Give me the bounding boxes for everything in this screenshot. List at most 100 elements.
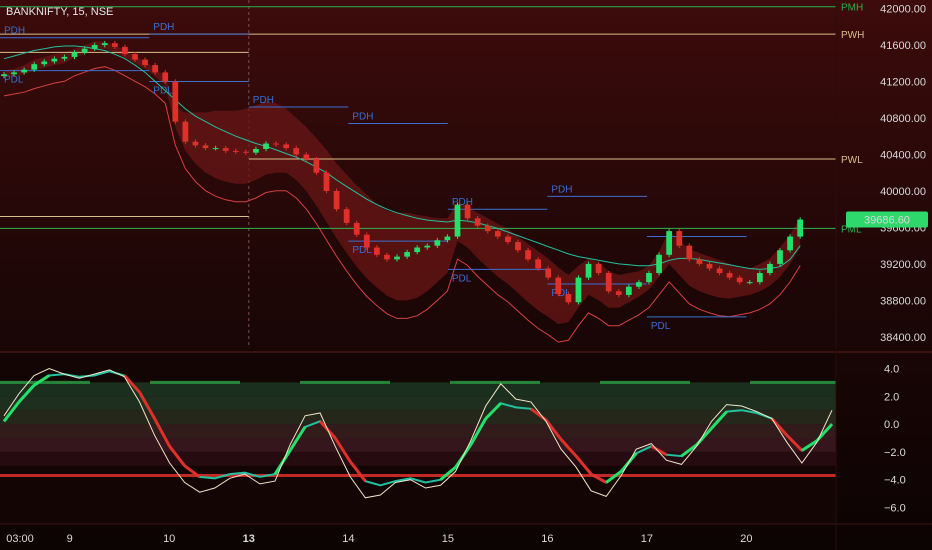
- candle-body: [374, 247, 380, 255]
- trading-chart[interactable]: PMHPWHPWLPMLPDH PDHPDHPDHPDHPDHPDLPDLPDLP…: [0, 0, 932, 550]
- candle-body: [41, 61, 48, 65]
- candle-body: [535, 259, 542, 269]
- candle-body: [605, 273, 612, 292]
- candle-body: [142, 59, 148, 66]
- candle-body: [414, 247, 421, 253]
- candle-body: [353, 222, 360, 235]
- candle-body: [716, 268, 723, 274]
- time-tick-label: 20: [740, 533, 752, 545]
- candle-body: [51, 58, 58, 62]
- candle-body: [736, 277, 743, 283]
- time-tick-label: 16: [541, 533, 553, 545]
- time-tick-label: 15: [442, 533, 454, 545]
- candle-body: [263, 143, 269, 150]
- candle-body: [212, 148, 219, 150]
- candle-body: [545, 268, 552, 278]
- candle-body: [525, 250, 531, 260]
- candle-body: [111, 43, 118, 47]
- candle-body: [192, 141, 199, 146]
- candle-body: [333, 190, 340, 210]
- candle-body: [505, 236, 511, 243]
- time-tick-label: 13: [243, 533, 255, 545]
- candle-body: [726, 273, 733, 278]
- candle-body: [283, 144, 290, 149]
- oscillator-tick-label: 2.0: [884, 391, 899, 403]
- candle-body: [273, 143, 279, 145]
- candle-body: [676, 231, 683, 246]
- candle-body: [625, 286, 632, 295]
- oscillator-tick-label: −4.0: [884, 475, 906, 487]
- candle-body: [797, 219, 804, 237]
- candle-body: [615, 291, 622, 295]
- candle-body: [152, 65, 159, 73]
- candle-body: [595, 263, 602, 274]
- price-tick-label: 38800.00: [880, 295, 926, 307]
- oscillator-zone: [0, 438, 836, 452]
- last-price-value: 39686.60: [864, 215, 910, 227]
- candle-body: [474, 218, 481, 226]
- candle-body: [444, 236, 451, 241]
- candle-body: [122, 46, 128, 55]
- candle-body: [222, 148, 229, 151]
- price-tick-label: 39200.00: [880, 259, 926, 271]
- candle-body: [293, 148, 300, 155]
- candle-body: [343, 209, 350, 223]
- candle-body: [21, 69, 28, 73]
- candle-body: [132, 54, 138, 60]
- time-tick-label: 17: [641, 533, 653, 545]
- candle-body: [575, 277, 582, 303]
- candle-body: [636, 282, 642, 287]
- candle-body: [656, 254, 662, 274]
- candle-body: [172, 81, 179, 122]
- candle-body: [777, 250, 783, 264]
- candle-body: [1, 74, 7, 77]
- candle-body: [494, 231, 501, 237]
- candle-body: [484, 225, 491, 232]
- time-tick-label: 03:00: [6, 533, 34, 545]
- candle-body: [363, 234, 370, 248]
- candle-body: [81, 48, 88, 53]
- candle-body: [454, 204, 461, 237]
- level-label: PDL: [651, 321, 671, 332]
- candle-body: [756, 273, 763, 283]
- time-tick-label: 10: [163, 533, 175, 545]
- level-label: PDH: [551, 184, 572, 195]
- candle-body: [313, 159, 320, 173]
- candle-body: [253, 149, 259, 153]
- candle-body: [182, 121, 189, 142]
- candle-body: [585, 263, 592, 278]
- time-tick-label: 14: [342, 533, 354, 545]
- candle-body: [767, 263, 773, 274]
- level-label: PDH: [153, 22, 174, 33]
- level-label: PWL: [841, 155, 863, 166]
- oscillator-tick-label: 0.0: [884, 419, 899, 431]
- candle-body: [424, 245, 431, 248]
- candle-body: [202, 145, 209, 149]
- candle-body: [746, 282, 753, 284]
- level-label: PWH: [841, 30, 864, 41]
- candle-body: [706, 263, 713, 269]
- price-tick-label: 40400.00: [880, 149, 926, 161]
- candle-body: [787, 236, 793, 251]
- candle-body: [61, 56, 68, 59]
- candle-body: [162, 72, 169, 82]
- level-label: PDH: [352, 111, 373, 122]
- candle-body: [31, 64, 38, 70]
- candle-body: [404, 252, 410, 257]
- chart-title: BANKNIFTY, 15, NSE: [6, 6, 113, 18]
- oscillator-zone: [0, 396, 836, 411]
- candle-body: [646, 273, 652, 283]
- price-tick-label: 42000.00: [880, 4, 926, 16]
- oscillator-zones: [0, 382, 836, 466]
- candle-body: [91, 45, 98, 49]
- candle-body: [515, 242, 521, 251]
- candle-body: [686, 245, 693, 260]
- level-label: PDH: [253, 95, 274, 106]
- oscillator-zone: [0, 382, 836, 397]
- candle-body: [323, 172, 330, 191]
- candle-body: [71, 52, 78, 57]
- price-tick-label: 38400.00: [880, 332, 926, 344]
- oscillator-tick-label: −6.0: [884, 502, 906, 514]
- time-tick-label: 9: [67, 533, 73, 545]
- candle-body: [666, 231, 673, 255]
